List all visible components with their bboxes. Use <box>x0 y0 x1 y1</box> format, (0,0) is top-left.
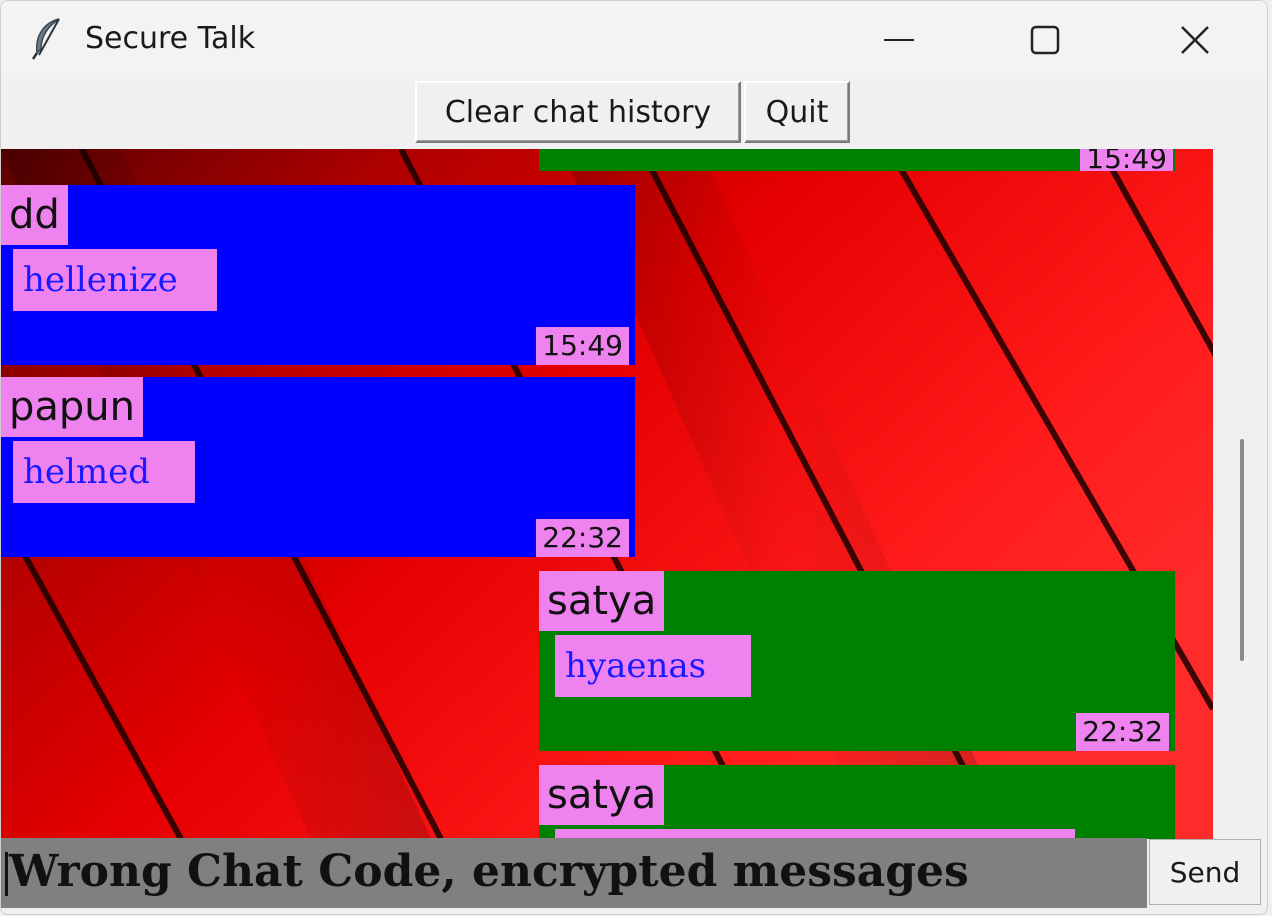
maximize-icon[interactable] <box>985 1 1105 79</box>
chat-canvas[interactable]: 15:49 dd hellenize 15:49 papun helmed 22… <box>1 149 1213 839</box>
message-sender: satya <box>547 578 657 624</box>
clear-chat-history-button[interactable]: Clear chat history <box>415 81 741 143</box>
message-sender: papun <box>9 384 135 430</box>
message-time: 15:49 <box>542 329 623 362</box>
app-window: Secure Talk Clear chat history Quit 15:4… <box>0 0 1268 915</box>
message-text: helmed <box>23 452 151 492</box>
message-input[interactable]: Wrong Chat Code, encrypted messages <box>1 838 1147 908</box>
message-text: hyaenas <box>565 646 707 686</box>
minimize-icon[interactable] <box>839 1 959 79</box>
message-text: hellenize <box>23 260 178 300</box>
close-icon[interactable] <box>1135 1 1255 79</box>
message-sender: dd <box>9 192 60 238</box>
message-sender: satya <box>547 772 657 818</box>
title-bar[interactable]: Secure Talk <box>1 1 1267 79</box>
toolbar: Clear chat history Quit <box>1 79 1267 147</box>
message-bubble: 15:49 <box>539 149 1175 173</box>
feather-icon <box>29 17 65 61</box>
scrollbar-thumb[interactable] <box>1240 439 1244 661</box>
message-input-value[interactable]: Wrong Chat Code, encrypted messages <box>9 838 969 906</box>
message-time: 22:32 <box>1082 715 1163 748</box>
message-bubble: satya hyaenas 22:32 <box>539 571 1175 751</box>
message-bubble: dd hellenize 15:49 <box>1 185 635 365</box>
message-time: 22:32 <box>542 521 623 554</box>
quit-button[interactable]: Quit <box>744 81 850 143</box>
window-title: Secure Talk <box>85 21 256 56</box>
message-bubble: papun helmed 22:32 <box>1 377 635 557</box>
message-bubble: satya <box>539 765 1175 839</box>
message-time: 15:49 <box>1086 149 1167 175</box>
send-button[interactable]: Send <box>1149 839 1261 905</box>
text-cursor <box>5 852 8 896</box>
